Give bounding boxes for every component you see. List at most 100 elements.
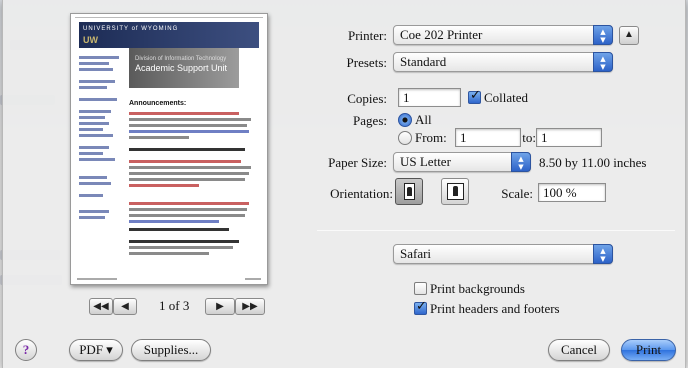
printer-label: Printer: (348, 28, 387, 43)
preview-nav-line (79, 216, 105, 219)
preview-text-line (129, 246, 233, 249)
print-headers-label: Print headers and footers (430, 301, 560, 316)
preview-nav-line (79, 146, 109, 149)
preview-nav-line (79, 122, 109, 125)
paper-size-label: Paper Size: (328, 155, 387, 170)
last-page-button[interactable]: ▶▶ (235, 298, 265, 315)
preview-nav-line (79, 182, 111, 185)
portrait-orientation-button[interactable] (395, 178, 423, 205)
preview-text-line (129, 214, 245, 217)
print-backgrounds-label: Print backgrounds (430, 281, 525, 296)
panel-value: Safari (400, 246, 432, 261)
page-counter: 1 of 3 (159, 298, 189, 314)
preview-nav-line (79, 68, 113, 71)
preview-text-line (129, 136, 189, 139)
print-preview: UNIVERSITY of WYOMING UW Division of Inf… (70, 13, 268, 285)
preview-footer-url (77, 278, 117, 280)
preview-banner: UNIVERSITY of WYOMING UW (79, 22, 259, 48)
preview-nav-line (79, 176, 107, 179)
preview-text-line (129, 112, 239, 115)
preview-heading: Announcements: (129, 100, 187, 107)
preview-nav-line (79, 134, 113, 137)
preview-nav-line (79, 110, 111, 113)
paper-size-dimensions: 8.50 by 11.00 inches (539, 155, 647, 170)
preview-nav-line (79, 210, 109, 213)
preview-text-line (129, 172, 249, 175)
pages-from-radio[interactable] (398, 131, 412, 145)
next-page-button[interactable]: ▶ (205, 298, 235, 315)
pages-to-field[interactable]: 1 (536, 128, 602, 147)
pages-all-radio[interactable] (398, 113, 412, 127)
printer-value: Coe 202 Printer (400, 27, 483, 42)
presets-value: Standard (400, 54, 447, 69)
preview-banner-logo: UW (83, 35, 98, 45)
paper-size-popup[interactable]: US Letter ▲ ▼ (393, 152, 531, 172)
preview-nav-line (79, 62, 109, 65)
print-backgrounds-checkbox[interactable] (414, 282, 427, 295)
preview-nav-line (79, 98, 117, 101)
portrait-figure-icon (407, 187, 412, 196)
preview-text-line (129, 148, 245, 151)
popup-arrows-icon: ▲ ▼ (511, 152, 531, 172)
preview-nav-line (79, 116, 105, 119)
preview-text-line (129, 166, 251, 169)
popup-arrows-icon: ▲ ▼ (593, 25, 613, 45)
copies-label: Copies: (347, 91, 387, 106)
preview-text-line (129, 118, 251, 121)
page-total: 3 (182, 298, 190, 313)
preview-header-rule (75, 17, 263, 20)
preview-nav-line (79, 194, 103, 197)
scale-field[interactable]: 100 % (538, 183, 606, 202)
presets-label: Presets: (346, 55, 387, 70)
preview-nav-line (79, 158, 115, 161)
print-headers-checkbox[interactable] (414, 299, 427, 315)
preview-text-line (129, 124, 247, 127)
page-current: 1 (159, 298, 166, 313)
copies-field[interactable]: 1 (398, 88, 461, 107)
pages-to-label: to: (522, 130, 536, 145)
panel-popup[interactable]: Safari ▲ ▼ (393, 244, 613, 264)
first-page-button[interactable]: ◀◀ (89, 298, 113, 315)
preview-text-line (129, 208, 247, 211)
preview-text-line (129, 130, 249, 133)
preview-text-line (129, 178, 245, 181)
help-button[interactable]: ? (15, 339, 37, 361)
pages-from-label: From: (415, 130, 447, 145)
print-button[interactable]: Print (621, 339, 676, 361)
preview-nav-line (79, 152, 103, 155)
preview-hero-title: Academic Support Unit (135, 63, 228, 73)
preview-nav-line (79, 56, 119, 59)
preview-text-line (129, 202, 249, 205)
pages-from-field[interactable]: 1 (455, 128, 521, 147)
cancel-button[interactable]: Cancel (548, 339, 610, 361)
orientation-label: Orientation: (330, 186, 393, 201)
disclosure-triangle-icon[interactable]: ▲ (619, 26, 639, 45)
landscape-figure-icon (453, 186, 458, 196)
preview-hero-subtitle: Division of Information Technology (135, 56, 227, 62)
pages-all-label: All (415, 112, 432, 127)
popup-arrows-icon: ▲ ▼ (593, 244, 613, 264)
paper-size-value: US Letter (400, 154, 451, 169)
preview-nav-line (79, 128, 103, 131)
landscape-orientation-button[interactable] (441, 178, 469, 205)
preview-footer-page (245, 278, 261, 280)
collated-checkbox[interactable] (468, 88, 481, 104)
printer-popup[interactable]: Coe 202 Printer ▲ ▼ (393, 25, 613, 45)
section-divider (317, 230, 675, 231)
preview-text-line (129, 184, 199, 187)
previous-page-button[interactable]: ◀ (113, 298, 137, 315)
presets-popup[interactable]: Standard ▲ ▼ (393, 52, 613, 72)
pdf-menu-button[interactable]: PDF ▾ (69, 339, 123, 361)
preview-text-line (129, 160, 241, 163)
preview-hero-image: Division of Information Technology Acade… (129, 48, 239, 88)
popup-arrows-icon: ▲ ▼ (593, 52, 613, 72)
pages-label: Pages: (353, 113, 387, 128)
supplies-button[interactable]: Supplies... (131, 339, 211, 361)
scale-label: Scale: (501, 186, 533, 201)
preview-text-line (129, 228, 229, 231)
page-of-label: of (168, 298, 180, 313)
collated-label: Collated (484, 90, 529, 105)
preview-nav-line (79, 80, 115, 83)
preview-text-line (129, 220, 219, 223)
preview-text-line (129, 240, 239, 243)
